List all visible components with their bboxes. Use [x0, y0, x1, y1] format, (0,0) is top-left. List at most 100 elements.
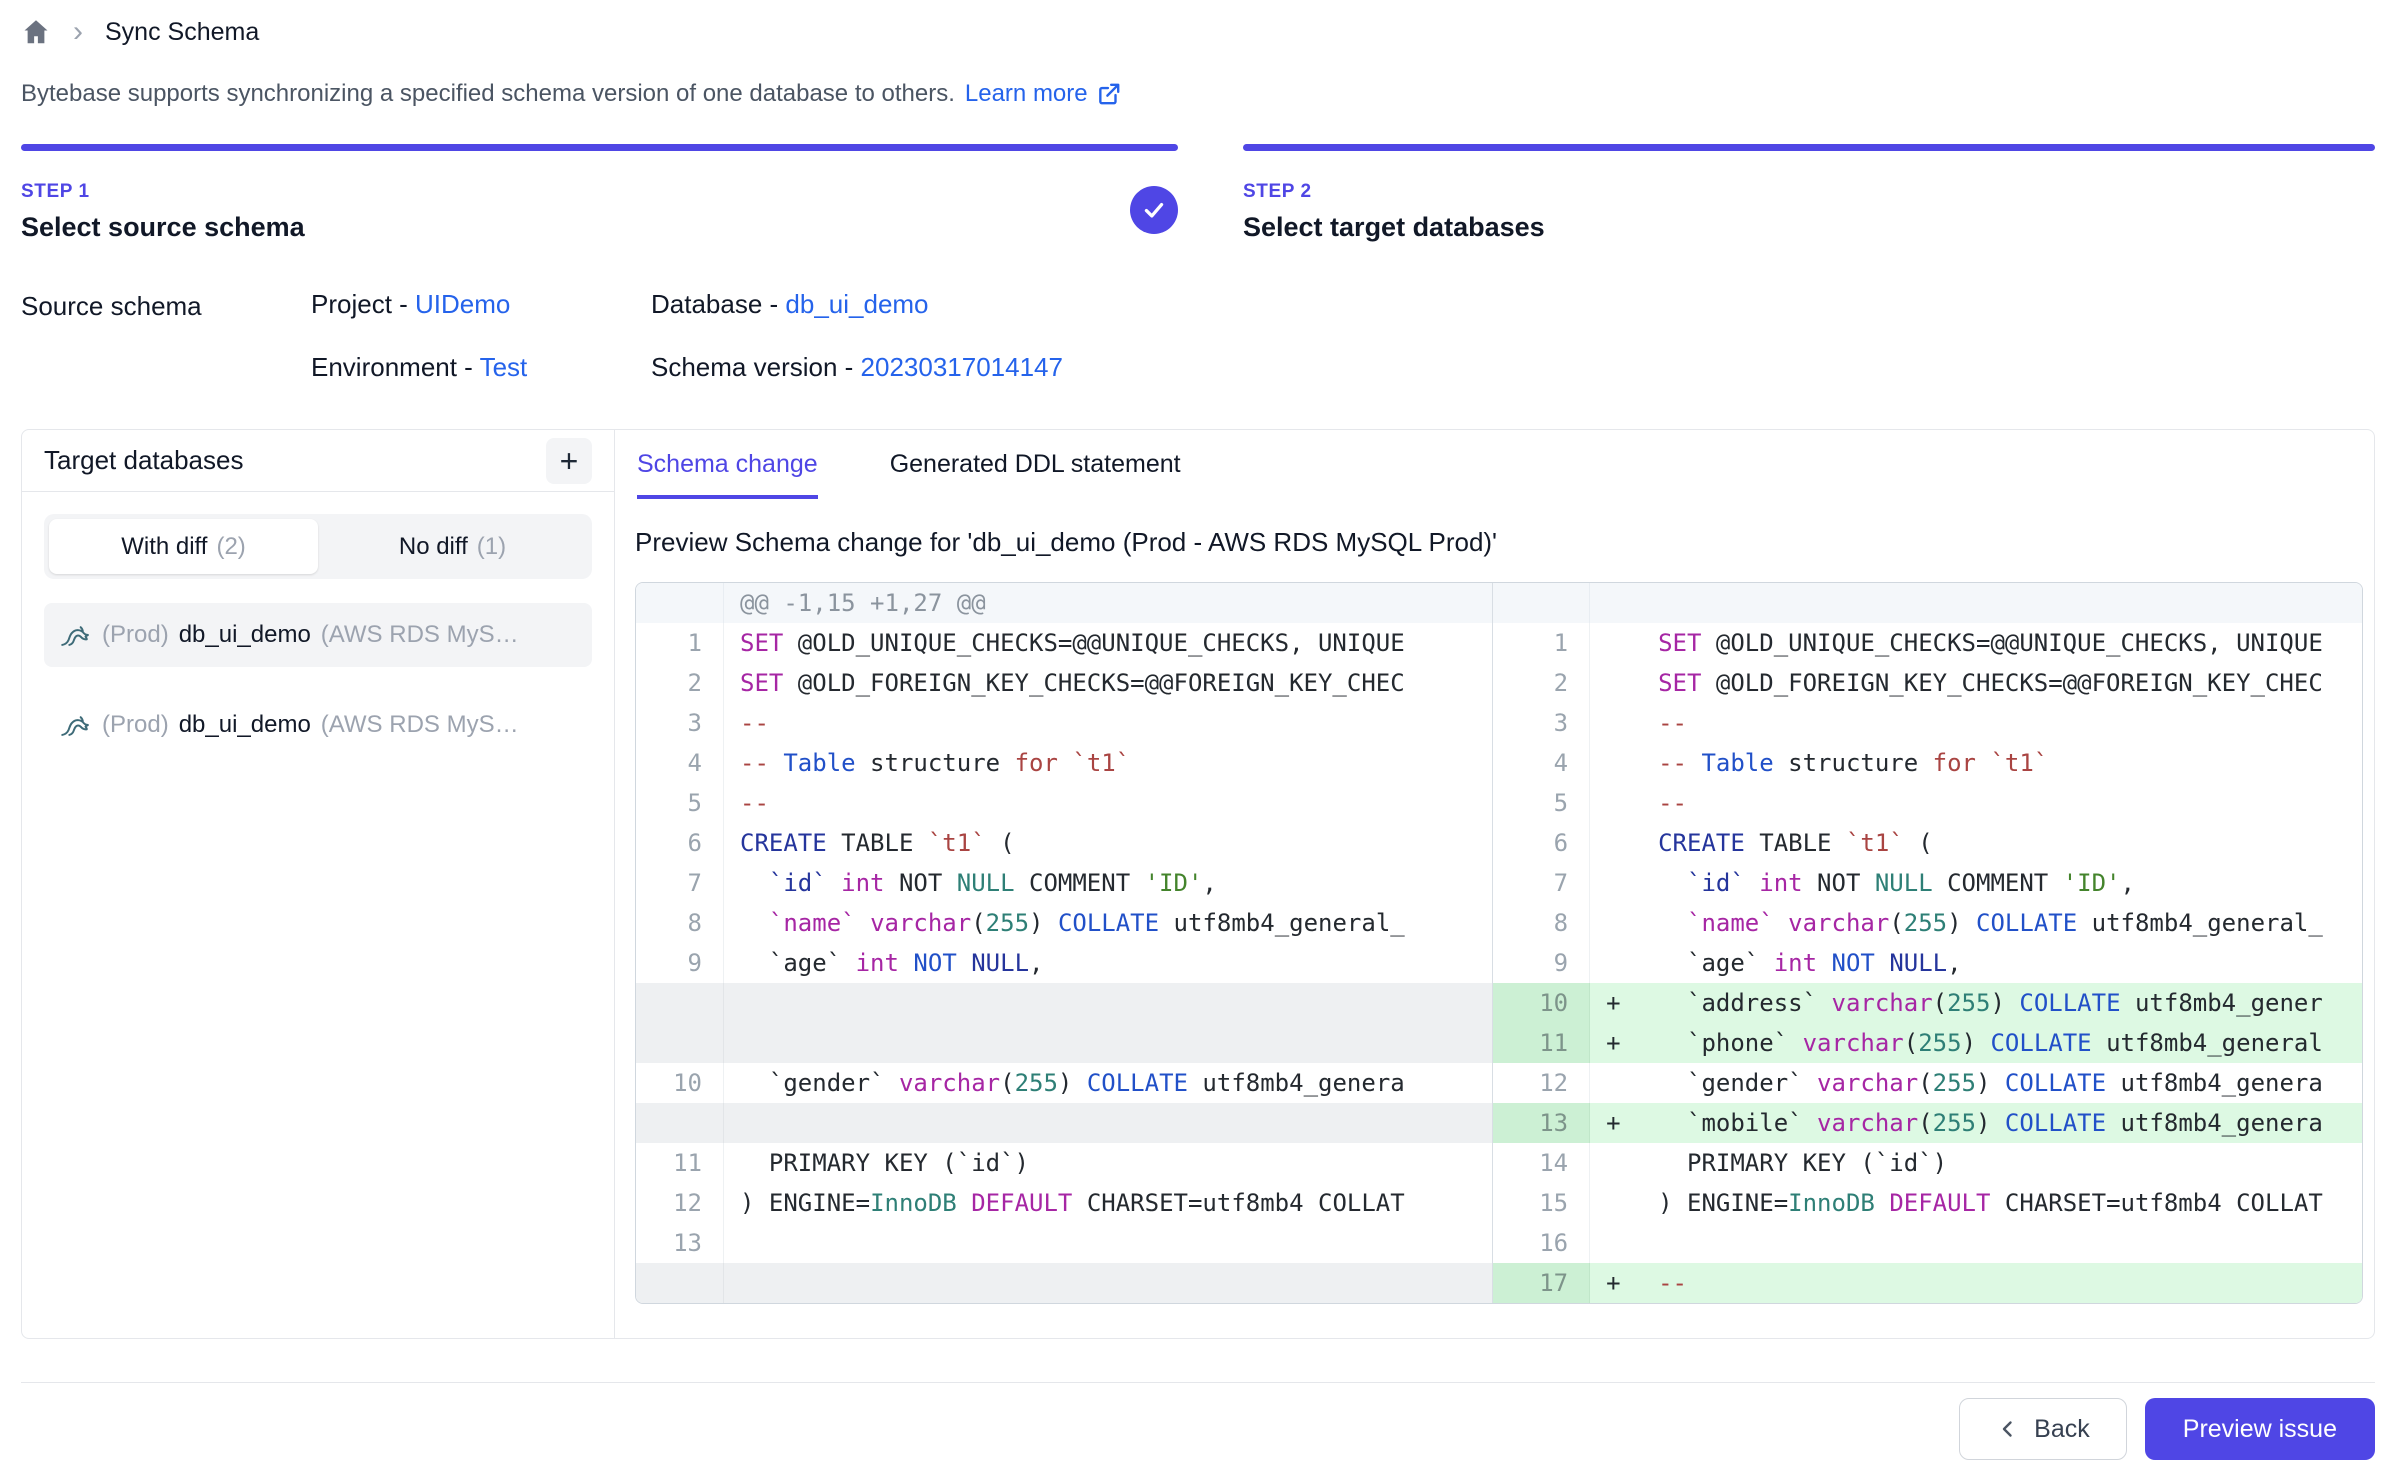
diff-row: 2SET @OLD_FOREIGN_KEY_CHECKS=@@FOREIGN_K…: [1493, 663, 2363, 703]
diff-row: [636, 1263, 1492, 1303]
chevron-left-icon: [1996, 1417, 2020, 1441]
diff-pane-new[interactable]: 1SET @OLD_UNIQUE_CHECKS=@@UNIQUE_CHECKS,…: [1492, 583, 2363, 1303]
diff-line-number: 16: [1493, 1223, 1590, 1263]
schema-version-link[interactable]: 20230317014147: [861, 352, 1063, 382]
diff-code-line: PRIMARY KEY (`id`): [724, 1143, 1492, 1183]
target-database-item[interactable]: (Prod)db_ui_demo(AWS RDS MyS…: [44, 693, 592, 757]
diff-line-number: 6: [1493, 823, 1590, 863]
diff-line-number: 9: [636, 943, 724, 983]
diff-code-line: `mobile` varchar(255) COLLATE utf8mb4_ge…: [1642, 1103, 2363, 1143]
diff-row: 9 `age` int NOT NULL,: [636, 943, 1492, 983]
diff-code-line: -- Table structure for `t1`: [724, 743, 1492, 783]
diff-pane-old[interactable]: @@ -1,15 +1,27 @@1SET @OLD_UNIQUE_CHECKS…: [636, 583, 1492, 1303]
learn-more-link[interactable]: Learn more: [965, 80, 1122, 108]
diff-add-sign: [1590, 1223, 1642, 1263]
diff-code-line: SET @OLD_UNIQUE_CHECKS=@@UNIQUE_CHECKS, …: [724, 623, 1492, 663]
preview-tab-generated-ddl-statement[interactable]: Generated DDL statement: [890, 450, 1181, 499]
external-link-icon: [1096, 81, 1122, 107]
diff-code-line: [724, 1023, 1492, 1063]
step-1: STEP 1 Select source schema: [21, 144, 1178, 243]
diff-line-number: 4: [636, 743, 724, 783]
db-instance: (AWS RDS MyS…: [321, 711, 519, 739]
project-link[interactable]: UIDemo: [415, 289, 510, 319]
source-schema-section: Source schema Project - UIDemo Environme…: [21, 289, 2375, 383]
diff-line-number: [636, 1263, 724, 1303]
tab-count: (1): [477, 533, 506, 561]
home-icon[interactable]: [21, 17, 51, 47]
diff-code-line: [1642, 583, 2363, 623]
diff-code-line: PRIMARY KEY (`id`): [1642, 1143, 2363, 1183]
diff-filter-tab-no-diff[interactable]: No diff(1): [318, 519, 587, 574]
diff-code-line: SET @OLD_FOREIGN_KEY_CHECKS=@@FOREIGN_KE…: [724, 663, 1492, 703]
db-environment: (Prod): [102, 621, 169, 649]
diff-row: 4-- Table structure for `t1`: [1493, 743, 2363, 783]
diff-add-sign: [1590, 783, 1642, 823]
project-row: Project - UIDemo: [311, 289, 651, 320]
diff-add-sign: [1590, 1063, 1642, 1103]
diff-line-number: 4: [1493, 743, 1590, 783]
target-database-item[interactable]: (Prod)db_ui_demo(AWS RDS MyS…: [44, 603, 592, 667]
schema-preview-pane: Schema change Generated DDL statement Pre…: [615, 430, 2374, 1338]
diff-code-line: `name` varchar(255) COLLATE utf8mb4_gene…: [724, 903, 1492, 943]
diff-line-number: 17: [1493, 1263, 1590, 1303]
diff-line-number: 5: [1493, 783, 1590, 823]
chevron-right-icon: ›: [73, 17, 83, 47]
add-target-database-button[interactable]: +: [546, 438, 592, 484]
diff-add-sign: +: [1590, 1103, 1642, 1143]
footer-actions: Back Preview issue: [21, 1398, 2375, 1460]
diff-add-sign: [1590, 743, 1642, 783]
diff-line-number: [636, 583, 724, 623]
diff-row: 12) ENGINE=InnoDB DEFAULT CHARSET=utf8mb…: [636, 1183, 1492, 1223]
diff-row: 1SET @OLD_UNIQUE_CHECKS=@@UNIQUE_CHECKS,…: [636, 623, 1492, 663]
environment-link[interactable]: Test: [480, 352, 528, 382]
diff-line-number: 5: [636, 783, 724, 823]
diff-code-line: `gender` varchar(255) COLLATE utf8mb4_ge…: [724, 1063, 1492, 1103]
preview-tab-schema-change[interactable]: Schema change: [637, 450, 818, 499]
diff-code-line: `address` varchar(255) COLLATE utf8mb4_g…: [1642, 983, 2363, 1023]
source-schema-label: Source schema: [21, 289, 311, 383]
database-link[interactable]: db_ui_demo: [785, 289, 928, 319]
diff-line-number: 7: [1493, 863, 1590, 903]
tab-label: With diff: [121, 533, 207, 561]
diff-line-number: 13: [1493, 1103, 1590, 1143]
diff-row: 16: [1493, 1223, 2363, 1263]
diff-row: 17+--: [1493, 1263, 2363, 1303]
diff-row: 10+ `address` varchar(255) COLLATE utf8m…: [1493, 983, 2363, 1023]
preview-title: Preview Schema change for 'db_ui_demo (P…: [635, 527, 2374, 558]
diff-code-line: ) ENGINE=InnoDB DEFAULT CHARSET=utf8mb4 …: [724, 1183, 1492, 1223]
diff-row: 13: [636, 1223, 1492, 1263]
mysql-icon: [58, 618, 92, 652]
diff-code-line: --: [724, 703, 1492, 743]
diff-row: 5--: [636, 783, 1492, 823]
diff-row: @@ -1,15 +1,27 @@: [636, 583, 1492, 623]
diff-row: 11+ `phone` varchar(255) COLLATE utf8mb4…: [1493, 1023, 2363, 1063]
target-databases-panel: Target databases + With diff(2)No diff(1…: [22, 430, 615, 1338]
environment-row: Environment - Test: [311, 352, 651, 383]
diff-line-number: 13: [636, 1223, 724, 1263]
diff-line-number: [1493, 583, 1590, 623]
diff-row: 3--: [636, 703, 1492, 743]
preview-issue-button[interactable]: Preview issue: [2145, 1398, 2375, 1460]
diff-line-number: 2: [636, 663, 724, 703]
mysql-icon: [58, 708, 92, 742]
schema-version-row: Schema version - 20230317014147: [651, 352, 1063, 383]
diff-code-line: `gender` varchar(255) COLLATE utf8mb4_ge…: [1642, 1063, 2363, 1103]
diff-row: 2SET @OLD_FOREIGN_KEY_CHECKS=@@FOREIGN_K…: [636, 663, 1492, 703]
step-1-label: STEP 1: [21, 181, 1178, 203]
preview-tabs: Schema change Generated DDL statement: [635, 450, 2374, 499]
diff-code-line: --: [1642, 703, 2363, 743]
step-1-title: Select source schema: [21, 212, 1178, 243]
diff-code-line: `id` int NOT NULL COMMENT 'ID',: [724, 863, 1492, 903]
diff-row: 13+ `mobile` varchar(255) COLLATE utf8mb…: [1493, 1103, 2363, 1143]
diff-code-line: ) ENGINE=InnoDB DEFAULT CHARSET=utf8mb4 …: [1642, 1183, 2363, 1223]
diff-row: 6CREATE TABLE `t1` (: [1493, 823, 2363, 863]
diff-row: 14 PRIMARY KEY (`id`): [1493, 1143, 2363, 1183]
diff-line-number: 6: [636, 823, 724, 863]
back-button[interactable]: Back: [1959, 1398, 2127, 1460]
diff-filter-tab-with-diff[interactable]: With diff(2): [49, 519, 318, 574]
diff-line-number: [636, 983, 724, 1023]
diff-code-line: @@ -1,15 +1,27 @@: [724, 583, 1492, 623]
schema-diff-viewer: @@ -1,15 +1,27 @@1SET @OLD_UNIQUE_CHECKS…: [635, 582, 2363, 1304]
sync-schema-page: › Sync Schema Bytebase supports synchron…: [0, 0, 2396, 1460]
diff-add-sign: [1590, 703, 1642, 743]
